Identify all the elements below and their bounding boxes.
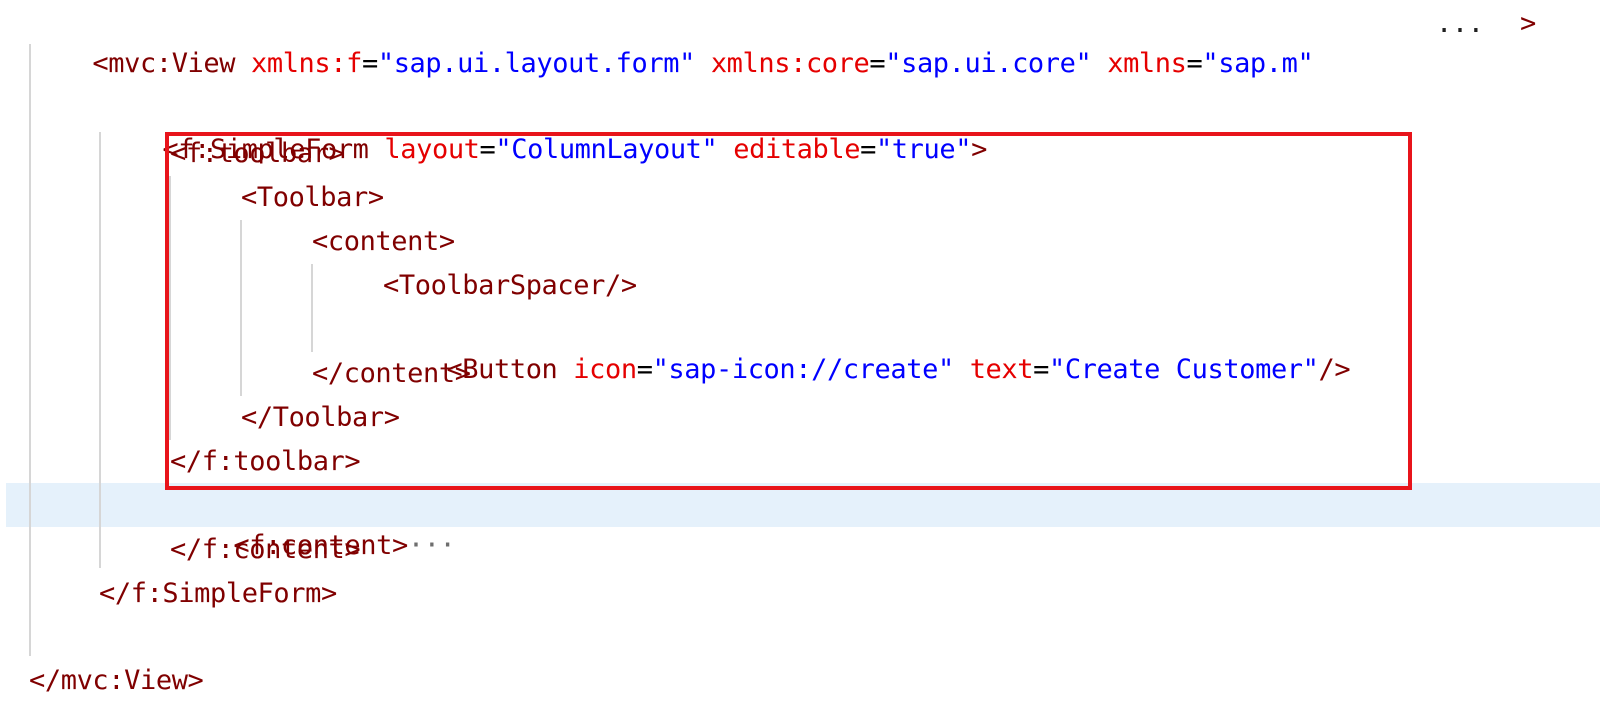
- folded-region-ellipsis[interactable]: ···: [408, 530, 456, 561]
- annotation-highlight-box: [165, 132, 1412, 490]
- code-line-3[interactable]: <f:SimpleForm layout="ColumnLayout" edit…: [99, 90, 987, 165]
- code-line-1[interactable]: <mvc:View xmlns:f="sap.ui.layout.form" x…: [29, 4, 1313, 79]
- code-line-12[interactable]: <f:content>···: [170, 486, 455, 561]
- code-line-14[interactable]: </f:SimpleForm>: [99, 574, 337, 614]
- attribute-name: xmlns:f: [250, 48, 362, 79]
- code-line-13[interactable]: </f:content>: [170, 530, 361, 570]
- equals-sign: =: [1186, 48, 1203, 79]
- attribute-value: "sap.ui.layout.form": [377, 48, 696, 79]
- equals-sign: =: [869, 48, 886, 79]
- code-line-16[interactable]: </mvc:View>: [29, 661, 204, 701]
- collapsed-attributes-ellipsis[interactable]: ...: [1436, 4, 1484, 44]
- attribute-value: "sap.m": [1202, 48, 1314, 79]
- tag-close: >: [1520, 8, 1536, 39]
- indent-guide: [29, 44, 31, 656]
- attribute-name: xmlns:core: [710, 48, 870, 79]
- tag-open: <mvc:View: [92, 48, 236, 79]
- attribute-value: "sap.ui.core": [885, 48, 1092, 79]
- code-editor[interactable]: <mvc:View xmlns:f="sap.ui.layout.form" x…: [0, 0, 1600, 720]
- attribute-name: xmlns: [1107, 48, 1187, 79]
- equals-sign: =: [361, 48, 378, 79]
